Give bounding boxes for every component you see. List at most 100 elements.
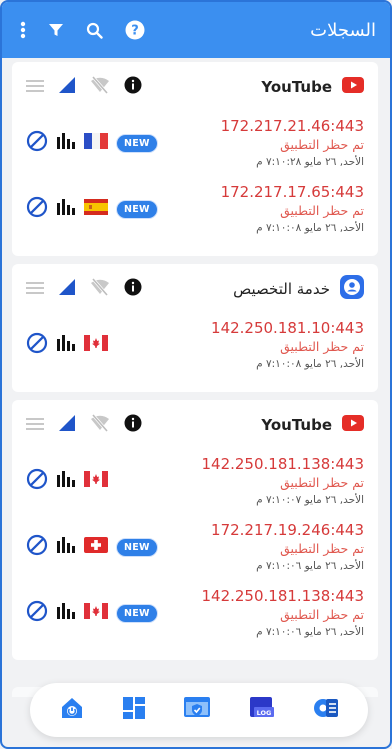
drag-handle-icon[interactable] <box>26 78 44 97</box>
app-log-card[interactable]: YouTube 142.250.181.138:443 تم حظر التطب… <box>12 400 378 660</box>
timestamp: الأحد, ٢٦ مايو ٧:١٠:٠٨ م <box>256 222 364 234</box>
svg-text:LOG: LOG <box>257 709 272 717</box>
flag-spain-icon <box>84 199 108 219</box>
wifi-off-icon[interactable] <box>90 414 110 436</box>
ip-address[interactable]: 172.217.21.46:443 <box>221 116 364 136</box>
block-icon[interactable] <box>26 468 48 494</box>
traffic-bars-icon[interactable] <box>56 601 76 625</box>
app-log-card[interactable]: YouTube NEW 172.217.21.46:443 تم حظر الت… <box>12 62 378 256</box>
connection-row[interactable]: 142.250.181.138:443 تم حظر التطبيق الأحد… <box>26 448 364 514</box>
block-icon[interactable] <box>26 130 48 156</box>
traffic-bars-icon[interactable] <box>56 469 76 493</box>
flag-canada-icon <box>84 603 108 623</box>
svg-text:?: ? <box>131 24 139 39</box>
timestamp: الأحد, ٢٦ مايو ٧:١٠:٢٨ م <box>256 156 364 168</box>
app-frame: ? السجلات YouTube NEW 172.217.21.46:443 … <box>0 0 392 749</box>
timestamp: الأحد, ٢٦ مايو ٧:١٠:٠٧ م <box>256 494 364 506</box>
wifi-off-icon[interactable] <box>90 76 110 98</box>
dashboard-icon[interactable] <box>121 695 147 725</box>
log-list[interactable]: YouTube NEW 172.217.21.46:443 تم حظر الت… <box>2 58 390 747</box>
mobile-data-icon[interactable] <box>58 76 76 98</box>
timestamp: الأحد, ٢٦ مايو ٧:١٠:٠٦ م <box>256 626 364 638</box>
traffic-bars-icon[interactable] <box>56 197 76 221</box>
app-bar: ? السجلات <box>2 2 390 58</box>
connection-row[interactable]: 142.250.181.10:443 تم حظر التطبيق الأحد,… <box>26 312 364 378</box>
app-name-group: YouTube <box>261 77 364 97</box>
firewall-icon[interactable] <box>182 694 212 726</box>
wifi-off-icon[interactable] <box>90 278 110 300</box>
drag-handle-icon[interactable] <box>26 416 44 435</box>
info-icon[interactable] <box>124 414 142 436</box>
card-header-icons <box>26 278 142 300</box>
app-name: خدمة التخصيص <box>233 280 330 298</box>
connection-info: 172.217.17.65:443 تم حظر التطبيق الأحد, … <box>221 182 364 236</box>
ip-address[interactable]: 172.217.19.246:443 <box>211 520 364 540</box>
connection-row[interactable]: NEW 172.217.17.65:443 تم حظر التطبيق الأ… <box>26 176 364 242</box>
flag-france-icon <box>84 133 108 153</box>
traffic-bars-icon[interactable] <box>56 333 76 357</box>
card-header: خدمة التخصيص <box>26 275 364 303</box>
new-badge: NEW <box>116 603 158 623</box>
appbar-actions: ? <box>20 20 145 40</box>
connection-icons <box>26 468 132 494</box>
app-name: YouTube <box>261 416 332 434</box>
connection-info: 142.250.181.10:443 تم حظر التطبيق الأحد,… <box>211 318 364 372</box>
flag-canada-icon <box>84 471 108 491</box>
connection-row[interactable]: NEW 172.217.19.246:443 تم حظر التطبيق ال… <box>26 514 364 580</box>
ip-address[interactable]: 142.250.181.138:443 <box>201 454 364 474</box>
block-status: تم حظر التطبيق <box>280 339 364 354</box>
connection-info: 172.217.19.246:443 تم حظر التطبيق الأحد,… <box>211 520 364 574</box>
connection-info: 172.217.21.46:443 تم حظر التطبيق الأحد, … <box>221 116 364 170</box>
app-log-card[interactable]: خدمة التخصيص 142.250.181.10:443 تم حظر ا… <box>12 264 378 392</box>
connection-icons: NEW <box>26 600 158 626</box>
connection-icons <box>26 332 132 358</box>
info-icon[interactable] <box>124 278 142 300</box>
card-header-icons <box>26 414 142 436</box>
ip-address[interactable]: 172.217.17.65:443 <box>221 182 364 202</box>
log-icon[interactable]: LOG <box>247 695 277 725</box>
block-status: تم حظر التطبيق <box>280 137 364 152</box>
new-badge: NEW <box>116 199 158 219</box>
connections-list: NEW 172.217.21.46:443 تم حظر التطبيق الأ… <box>26 110 364 242</box>
connection-row[interactable]: NEW 172.217.21.46:443 تم حظر التطبيق الأ… <box>26 110 364 176</box>
bottom-nav: LOG <box>30 683 368 737</box>
search-icon[interactable] <box>86 22 103 39</box>
youtube-icon <box>342 77 364 97</box>
block-icon[interactable] <box>26 600 48 626</box>
block-status: تم حظر التطبيق <box>280 541 364 556</box>
filter-icon[interactable] <box>48 22 64 38</box>
new-badge: NEW <box>116 133 158 153</box>
mobile-data-icon[interactable] <box>58 278 76 300</box>
block-status: تم حظر التطبيق <box>280 475 364 490</box>
drag-handle-icon[interactable] <box>26 280 44 299</box>
block-icon[interactable] <box>26 332 48 358</box>
flag-switzerland-icon <box>84 537 108 557</box>
flag-canada-icon <box>84 335 108 355</box>
connection-icons: NEW <box>26 196 158 222</box>
connections-list: 142.250.181.10:443 تم حظر التطبيق الأحد,… <box>26 312 364 378</box>
traffic-bars-icon[interactable] <box>56 535 76 559</box>
settings-list-icon[interactable] <box>312 694 340 726</box>
card-header: YouTube <box>26 412 364 438</box>
page-title: السجلات <box>310 19 376 41</box>
connection-info: 142.250.181.138:443 تم حظر التطبيق الأحد… <box>201 586 364 640</box>
mobile-data-icon[interactable] <box>58 414 76 436</box>
card-header-icons <box>26 76 142 98</box>
connection-icons: NEW <box>26 130 158 156</box>
info-icon[interactable] <box>124 76 142 98</box>
traffic-bars-icon[interactable] <box>56 131 76 155</box>
app-name-group: خدمة التخصيص <box>233 275 364 303</box>
home-icon[interactable] <box>58 694 86 726</box>
connection-info: 142.250.181.138:443 تم حظر التطبيق الأحد… <box>201 454 364 508</box>
block-icon[interactable] <box>26 196 48 222</box>
block-status: تم حظر التطبيق <box>280 607 364 622</box>
connection-row[interactable]: NEW 142.250.181.138:443 تم حظر التطبيق ا… <box>26 580 364 646</box>
help-icon[interactable]: ? <box>125 20 145 40</box>
connection-icons: NEW <box>26 534 158 560</box>
block-icon[interactable] <box>26 534 48 560</box>
ip-address[interactable]: 142.250.181.10:443 <box>211 318 364 338</box>
ip-address[interactable]: 142.250.181.138:443 <box>201 586 364 606</box>
more-vertical-icon[interactable] <box>20 21 26 39</box>
timestamp: الأحد, ٢٦ مايو ٧:١٠:٠٦ م <box>256 560 364 572</box>
youtube-icon <box>342 415 364 435</box>
